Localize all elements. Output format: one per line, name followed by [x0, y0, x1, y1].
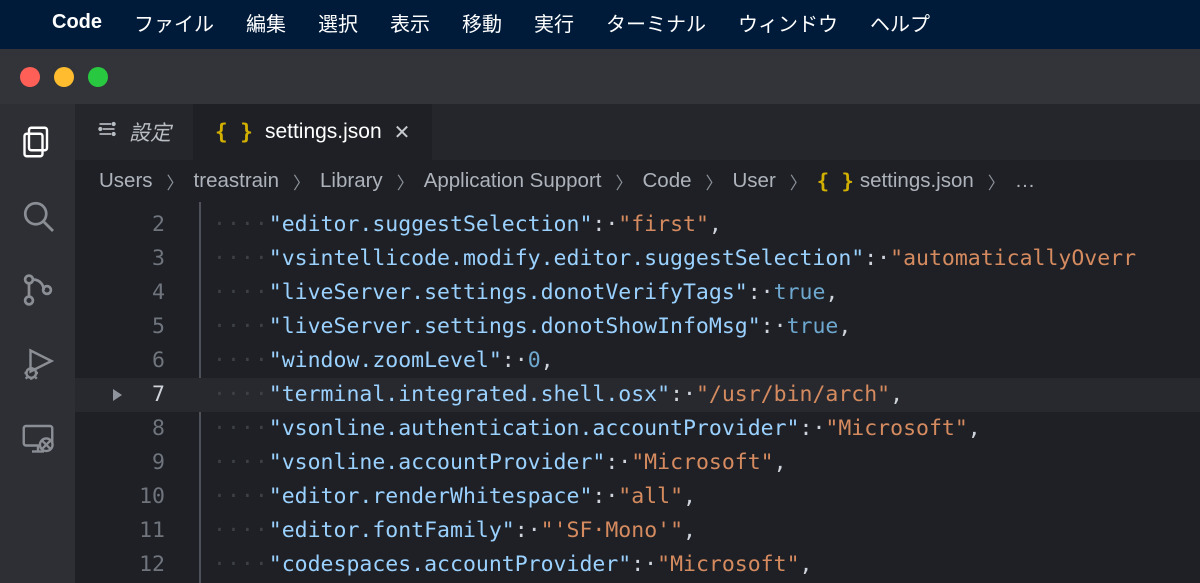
line-number: 12 [75, 548, 199, 582]
code-line[interactable]: ····"vsonline.accountProvider":·"Microso… [199, 446, 1200, 480]
code-line[interactable]: ····"editor.fontFamily":·"'SF·Mono'", [199, 514, 1200, 548]
window-close-button[interactable] [20, 67, 40, 87]
breadcrumb-segment[interactable]: treastrain [194, 169, 279, 193]
code-line[interactable]: ····"codespaces.accountProvider":·"Micro… [199, 548, 1200, 582]
line-number: 11 [75, 514, 199, 548]
breadcrumb-segment[interactable]: Users [99, 169, 153, 193]
line-number: 9 [75, 446, 199, 480]
code-editor[interactable]: 23456789101112 ····"editor.suggestSelect… [75, 202, 1200, 583]
line-number: 5 [75, 310, 199, 344]
chevron-right-icon: 〉 [988, 169, 1005, 194]
mac-menubar: Code ファイル 編集 選択 表示 移動 実行 ターミナル ウィンドウ ヘルプ [0, 0, 1200, 45]
menubar-item-file[interactable]: ファイル [134, 8, 214, 37]
chevron-right-icon: 〉 [706, 169, 723, 194]
chevron-right-icon: 〉 [397, 169, 414, 194]
window-titlebar [0, 49, 1200, 104]
chevron-right-icon: 〉 [615, 169, 632, 194]
code-line[interactable]: ····"terminal.integrated.shell.osx":·"/u… [199, 378, 1200, 412]
menubar-item-run[interactable]: 実行 [534, 8, 574, 37]
menubar-item-help[interactable]: ヘルプ [870, 8, 930, 37]
code-line[interactable]: ····"window.zoomLevel":·0, [199, 344, 1200, 378]
tab-settings[interactable]: 設定 [75, 104, 193, 160]
remote-explorer-icon[interactable] [20, 420, 56, 456]
source-control-icon[interactable] [20, 272, 56, 308]
window-maximize-button[interactable] [88, 67, 108, 87]
tabs-row: 設定 { } settings.json ✕ [75, 104, 1200, 160]
breadcrumb-segment[interactable]: Code [642, 169, 691, 193]
breadcrumb-segment[interactable]: Application Support [424, 169, 602, 193]
code-content[interactable]: ····"editor.suggestSelection":·"first",·… [199, 202, 1200, 583]
menubar-app-name[interactable]: Code [52, 11, 102, 34]
breadcrumb-segment[interactable]: User [733, 169, 776, 193]
code-line[interactable]: ····"vsonline.authentication.accountProv… [199, 412, 1200, 446]
chevron-right-icon: 〉 [167, 169, 184, 194]
line-number: 8 [75, 412, 199, 446]
line-number: 7 [75, 378, 199, 412]
json-braces-icon: { } [817, 169, 854, 193]
breadcrumb-segment[interactable]: Library [320, 169, 383, 193]
line-number-gutter: 23456789101112 [75, 202, 199, 583]
window-minimize-button[interactable] [54, 67, 74, 87]
menubar-item-view[interactable]: 表示 [390, 8, 430, 37]
menubar-item-edit[interactable]: 編集 [246, 8, 286, 37]
tab-settings-label: 設定 [129, 117, 171, 147]
tab-settings-json[interactable]: { } settings.json ✕ [193, 104, 432, 160]
code-line[interactable]: ····"liveServer.settings.donotShowInfoMs… [199, 310, 1200, 344]
menubar-item-window[interactable]: ウィンドウ [738, 8, 838, 37]
line-number: 2 [75, 208, 199, 242]
breadcrumb-ellipsis[interactable]: … [1015, 169, 1036, 193]
editor-group: 設定 { } settings.json ✕ Users 〉 treastrai… [75, 104, 1200, 583]
menubar-item-go[interactable]: 移動 [462, 8, 502, 37]
activity-bar [0, 104, 75, 583]
line-number: 4 [75, 276, 199, 310]
run-debug-icon[interactable] [20, 346, 56, 382]
search-icon[interactable] [20, 198, 56, 234]
chevron-right-icon: 〉 [790, 169, 807, 194]
line-number: 10 [75, 480, 199, 514]
window-body: 設定 { } settings.json ✕ Users 〉 treastrai… [0, 104, 1200, 583]
close-tab-icon[interactable]: ✕ [394, 120, 411, 145]
code-line[interactable]: ····"vsintellicode.modify.editor.suggest… [199, 242, 1200, 276]
vscode-window: 設定 { } settings.json ✕ Users 〉 treastrai… [0, 49, 1200, 583]
line-number: 6 [75, 344, 199, 378]
tab-file-label: settings.json [265, 120, 382, 144]
settings-hamburger-icon [97, 119, 117, 145]
explorer-icon[interactable] [20, 124, 56, 160]
json-braces-icon: { } [215, 120, 253, 144]
breadcrumb-file[interactable]: settings.json [860, 169, 974, 193]
menubar-item-terminal[interactable]: ターミナル [606, 8, 706, 37]
line-number: 3 [75, 242, 199, 276]
code-line[interactable]: ····"editor.renderWhitespace":·"all", [199, 480, 1200, 514]
breadcrumb[interactable]: Users 〉 treastrain 〉 Library 〉 Applicati… [75, 160, 1200, 202]
menubar-item-selection[interactable]: 選択 [318, 8, 358, 37]
code-line[interactable]: ····"liveServer.settings.donotVerifyTags… [199, 276, 1200, 310]
chevron-right-icon: 〉 [293, 169, 310, 194]
code-line[interactable]: ····"editor.suggestSelection":·"first", [199, 208, 1200, 242]
